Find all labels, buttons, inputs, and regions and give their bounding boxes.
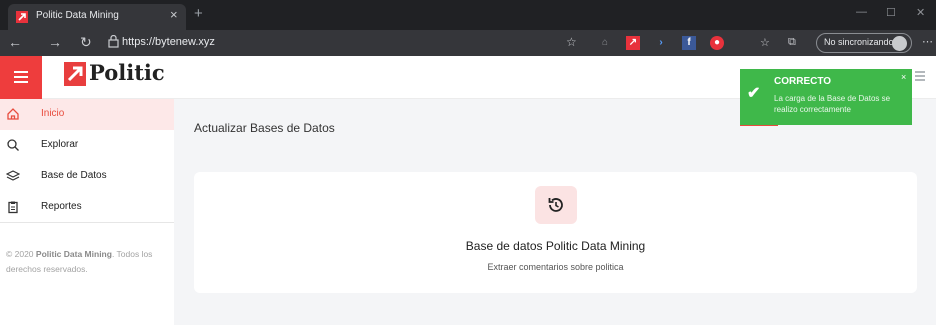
sidebar-item-label: Reportes	[41, 201, 82, 212]
favorites-list-icon[interactable]: ☆	[760, 36, 770, 49]
history-icon[interactable]	[535, 186, 577, 224]
avatar	[892, 36, 907, 51]
extension-icon[interactable]: ⌂	[598, 36, 612, 50]
hamburger-line	[14, 81, 28, 83]
chevron-icon[interactable]: ›	[654, 36, 668, 50]
sidebar-item-label: Base de Datos	[41, 170, 107, 181]
favicon-icon	[16, 11, 28, 23]
copyright-text: © 2020 Politic Data Mining. Todos los de…	[6, 247, 166, 277]
back-arrow-icon[interactable]: ←	[8, 34, 22, 50]
page-title: Actualizar Bases de Datos	[194, 121, 335, 135]
browser-toolbar: ← → ↻ https://bytenew.xyz ☆ ⌂ ↗ › f ● ☆ …	[0, 30, 936, 56]
sidebar: Inicio Explorar Base de Datos Reportes ©…	[0, 99, 174, 325]
politic-extension-icon[interactable]: ↗	[626, 36, 640, 50]
facebook-extension-icon[interactable]: f	[682, 36, 696, 50]
logo-text: Politic	[89, 60, 165, 85]
sidebar-item-base-de-datos[interactable]: Base de Datos	[0, 161, 174, 192]
layers-icon	[6, 170, 20, 181]
sidebar-item-reportes[interactable]: Reportes	[0, 192, 174, 223]
browser-tab-strip: Politic Data Mining × + — ☐ ✕	[0, 0, 936, 30]
home-icon	[7, 108, 19, 120]
browser-tab[interactable]: Politic Data Mining ×	[8, 4, 186, 30]
toast-close-icon[interactable]: ×	[901, 72, 906, 82]
header-settings-icon[interactable]	[914, 69, 926, 83]
menu-toggle-button[interactable]	[0, 56, 42, 99]
toast-title: CORRECTO	[774, 76, 832, 87]
sync-label: No sincronizando	[824, 37, 894, 47]
card-title: Base de datos Politic Data Mining	[465, 239, 646, 253]
sidebar-item-explorar[interactable]: Explorar	[0, 130, 174, 161]
sidebar-item-inicio[interactable]: Inicio	[0, 99, 174, 130]
sidebar-item-label: Inicio	[41, 108, 65, 119]
sidebar-item-label: Explorar	[41, 139, 79, 150]
forward-arrow-icon[interactable]: →	[48, 34, 62, 50]
logo-icon	[64, 62, 86, 86]
minimize-button[interactable]: —	[856, 6, 867, 18]
favorite-star-icon[interactable]: ☆	[566, 35, 577, 49]
lock-icon	[108, 34, 119, 53]
clipboard-icon	[8, 201, 18, 214]
toast-message: La carga de la Base de Datos se realizo …	[774, 94, 891, 114]
database-card[interactable]: Base de datos Politic Data Mining Extrae…	[194, 172, 917, 293]
sync-profile-button[interactable]: No sincronizando	[816, 33, 912, 53]
card-subtitle: Extraer comentarios sobre politica	[487, 262, 624, 272]
refresh-icon[interactable]: ↻	[80, 34, 92, 51]
sidebar-divider	[0, 222, 174, 223]
collections-icon[interactable]: ⧉	[788, 36, 796, 49]
hamburger-line	[14, 76, 28, 78]
more-menu-icon[interactable]: ⋯	[922, 35, 933, 48]
success-toast[interactable]: ✔ CORRECTO La carga de la Base de Datos …	[740, 69, 912, 125]
close-window-button[interactable]: ✕	[916, 6, 925, 19]
hamburger-line	[14, 71, 28, 73]
red-extension-icon[interactable]: ●	[710, 36, 724, 50]
check-icon: ✔	[747, 85, 761, 102]
tab-title: Politic Data Mining	[36, 10, 119, 21]
address-bar[interactable]: https://bytenew.xyz	[122, 36, 215, 48]
new-tab-button[interactable]: +	[194, 5, 203, 22]
search-icon	[7, 139, 19, 151]
copyright-prefix: © 2020	[6, 249, 36, 259]
copyright-brand: Politic Data Mining	[35, 249, 112, 259]
maximize-button[interactable]: ☐	[886, 6, 896, 19]
tab-close-icon[interactable]: ×	[170, 7, 178, 22]
